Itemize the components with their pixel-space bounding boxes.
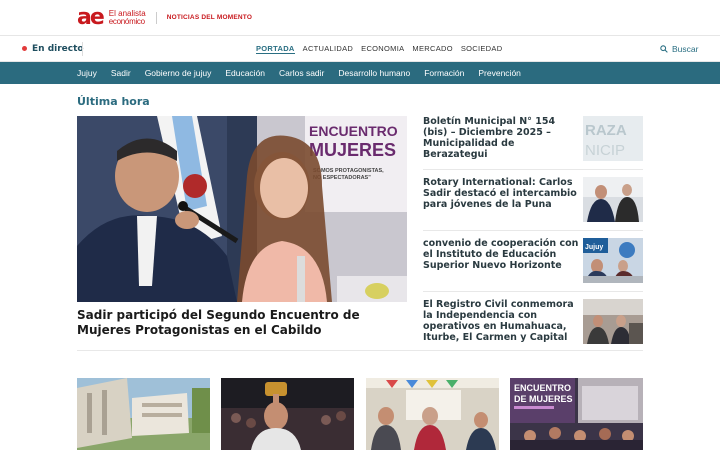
hero-photo: ENCUENTRO MUJERES SOMOS PROTAGONISTAS, N…	[77, 116, 407, 302]
search-icon	[660, 44, 668, 53]
news-card[interactable]	[77, 378, 210, 450]
live-label: En directo	[32, 43, 84, 54]
news-card[interactable]: ENCUENTRO DE MUJERES	[510, 378, 643, 450]
divider	[77, 350, 643, 351]
banner-text-2: MUJERES	[309, 140, 396, 160]
card-banner-text-1: ENCUENTRO	[514, 383, 571, 393]
logo-divider	[155, 11, 157, 24]
category-carlos-sadir[interactable]: Carlos sadir	[279, 68, 324, 78]
category-educacion[interactable]: Educación	[225, 68, 265, 78]
card-image	[366, 378, 499, 450]
side-news-item[interactable]: Rotary International: Carlos Sadir desta…	[423, 177, 643, 237]
nav-item-sociedad[interactable]: SOCIEDAD	[461, 44, 503, 54]
banner-text-3: SOMOS PROTAGONISTAS,	[313, 168, 384, 174]
side-news-item[interactable]: convenio de cooperación con el Instituto…	[423, 238, 643, 298]
live-link[interactable]: En directo	[22, 44, 84, 54]
site-tagline: NOTICIAS DEL MOMENTO	[166, 14, 253, 21]
site-logo[interactable]: ae El analista económico NOTICIAS DEL MO…	[77, 4, 253, 30]
search-label: Buscar	[672, 43, 699, 54]
section-title: Última hora	[77, 95, 150, 108]
side-news-title[interactable]: Boletín Municipal N° 154 (bis) – Diciemb…	[423, 116, 579, 176]
logo-mark-icon: ae	[77, 4, 105, 30]
nav-item-mercado[interactable]: MERCADO	[412, 44, 452, 54]
nav-divider	[82, 41, 83, 56]
card-image	[77, 378, 210, 450]
live-dot-icon	[22, 46, 27, 51]
hero-image[interactable]: ENCUENTRO MUJERES SOMOS PROTAGONISTAS, N…	[77, 116, 407, 302]
category-prevencion[interactable]: Prevención	[478, 68, 521, 78]
side-news-title[interactable]: Rotary International: Carlos Sadir desta…	[423, 177, 579, 237]
primary-nav: PORTADA ACTUALIDAD ECONOMIA MERCADO SOCI…	[256, 44, 502, 54]
hero-title[interactable]: Sadir participó del Segundo Encuentro de…	[77, 308, 407, 338]
category-desarrollo-humano[interactable]: Desarrollo humano	[338, 68, 410, 78]
banner-text-1: ENCUENTRO	[309, 123, 398, 139]
news-card[interactable]	[221, 378, 354, 450]
nav-item-actualidad[interactable]: ACTUALIDAD	[303, 44, 354, 54]
side-news-thumb[interactable]	[583, 177, 643, 222]
divider	[423, 230, 643, 231]
side-news-item[interactable]: Boletín Municipal N° 154 (bis) – Diciemb…	[423, 116, 643, 176]
thumb-text-1: Jujuy	[585, 244, 603, 251]
card-image	[221, 378, 354, 450]
category-formacion[interactable]: Formación	[424, 68, 464, 78]
news-card[interactable]	[366, 378, 499, 450]
side-news-thumb[interactable]: RAZA NICIP	[583, 116, 643, 161]
side-news-title[interactable]: convenio de cooperación con el Instituto…	[423, 238, 579, 298]
category-jujuy[interactable]: Jujuy	[77, 68, 97, 78]
side-news-thumb[interactable]	[583, 299, 643, 344]
divider	[423, 169, 643, 170]
nav-item-portada[interactable]: PORTADA	[256, 44, 295, 54]
thumb-text-2: NICIP	[585, 142, 625, 159]
category-sadir[interactable]: Sadir	[111, 68, 131, 78]
category-gobierno-de-jujuy[interactable]: Gobierno de jujuy	[145, 68, 212, 78]
nav-item-economia[interactable]: ECONOMIA	[361, 44, 404, 54]
search-button[interactable]: Buscar	[660, 44, 698, 54]
main-navbar: En directo PORTADA ACTUALIDAD ECONOMIA M…	[0, 36, 720, 62]
site-header: ae El analista económico NOTICIAS DEL MO…	[0, 0, 720, 36]
logo-line-2: económico	[108, 16, 145, 26]
divider	[423, 291, 643, 292]
side-news-thumb[interactable]: Jujuy	[583, 238, 643, 283]
thumb-text-1: RAZA	[585, 122, 627, 139]
category-bar: Jujuy Sadir Gobierno de jujuy Educación …	[0, 62, 720, 84]
card-banner-text-2: DE MUJERES	[514, 394, 573, 404]
card-image: ENCUENTRO DE MUJERES	[510, 378, 643, 450]
